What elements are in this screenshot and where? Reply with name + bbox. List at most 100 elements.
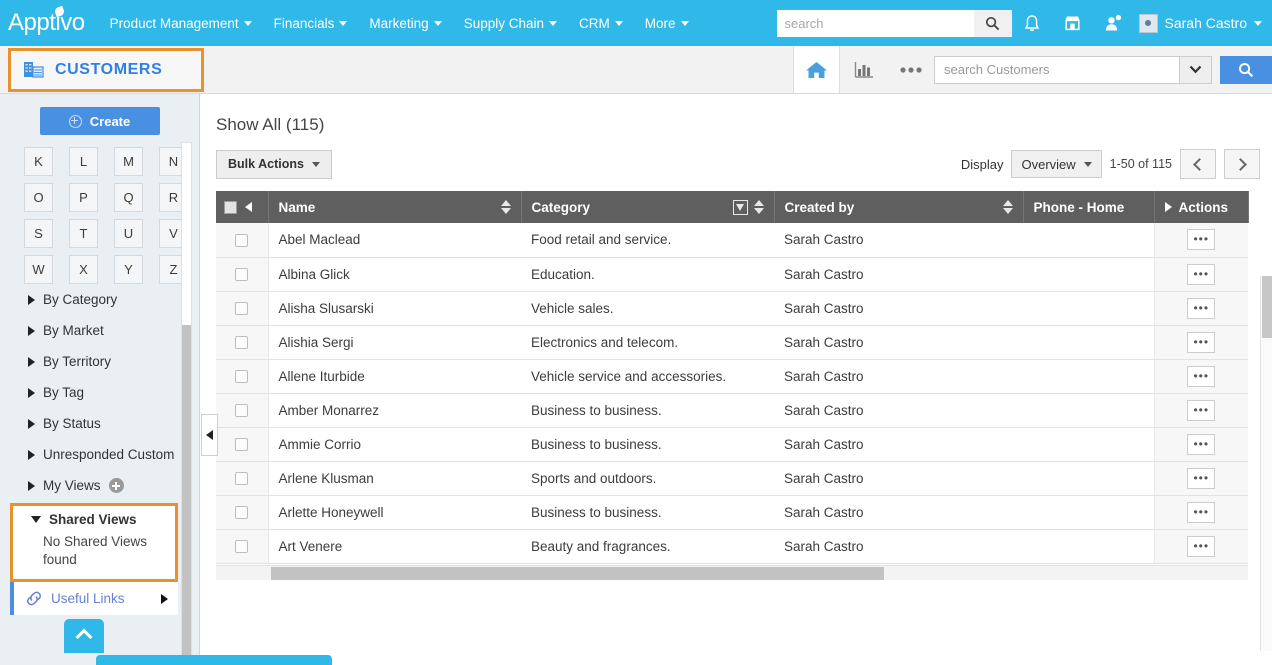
global-search-button[interactable] — [974, 10, 1012, 37]
cell-name[interactable]: Arlette Honeywell — [268, 495, 521, 529]
sidebar-item-by-status[interactable]: By Status — [0, 408, 192, 439]
row-actions-button[interactable]: ••• — [1187, 468, 1215, 489]
table-row[interactable]: Alisha SlusarskiVehicle sales.Sarah Cast… — [216, 291, 1248, 325]
module-search-button[interactable] — [1220, 56, 1272, 84]
chevron-right-icon[interactable] — [1165, 202, 1172, 212]
alpha-filter-s[interactable]: S — [24, 219, 53, 248]
cell-name[interactable]: Albina Glick — [268, 257, 521, 291]
alpha-filter-t[interactable]: T — [69, 219, 98, 248]
table-row[interactable]: Art VenereBeauty and fragrances.Sarah Ca… — [216, 529, 1248, 563]
alpha-filter-w[interactable]: W — [24, 255, 53, 284]
table-row[interactable]: Arlette HoneywellBusiness to business.Sa… — [216, 495, 1248, 529]
row-checkbox[interactable] — [235, 404, 248, 417]
alpha-filter-x[interactable]: X — [69, 255, 98, 284]
cell-name[interactable]: Abel Maclead — [268, 223, 521, 257]
nav-item-more[interactable]: More — [634, 10, 700, 37]
alpha-filter-o[interactable]: O — [24, 183, 53, 212]
create-button[interactable]: Create — [40, 107, 160, 135]
table-row[interactable]: Alishia SergiElectronics and telecom.Sar… — [216, 325, 1248, 359]
table-row[interactable]: Ammie CorrioBusiness to business.Sarah C… — [216, 427, 1248, 461]
column-name[interactable]: Name — [268, 191, 521, 223]
table-horizontal-scrollbar-thumb[interactable] — [271, 567, 884, 580]
alpha-filter-k[interactable]: K — [24, 147, 53, 176]
select-all-checkbox[interactable] — [224, 201, 237, 214]
table-row[interactable]: Abel MacleadFood retail and service.Sara… — [216, 223, 1248, 257]
alpha-filter-u[interactable]: U — [114, 219, 143, 248]
row-actions-button[interactable]: ••• — [1187, 229, 1215, 250]
home-button[interactable] — [793, 46, 840, 93]
cell-name[interactable]: Ammie Corrio — [268, 427, 521, 461]
sidebar-item-useful-links[interactable]: Useful Links — [10, 582, 178, 615]
next-page-button[interactable] — [1224, 149, 1260, 179]
nav-item-supply-chain[interactable]: Supply Chain — [453, 10, 568, 37]
row-actions-button[interactable]: ••• — [1187, 332, 1215, 353]
alpha-filter-q[interactable]: Q — [114, 183, 143, 212]
alpha-filter-l[interactable]: L — [69, 147, 98, 176]
global-search-input[interactable] — [777, 10, 974, 37]
table-horizontal-scrollbar[interactable] — [216, 565, 1248, 580]
user-menu[interactable]: Sarah Castro — [1139, 14, 1262, 33]
row-checkbox[interactable] — [235, 506, 248, 519]
alpha-filter-p[interactable]: P — [69, 183, 98, 212]
row-actions-button[interactable]: ••• — [1187, 298, 1215, 319]
more-options-button[interactable] — [887, 46, 934, 93]
bottom-status-bar[interactable] — [96, 655, 332, 665]
sidebar-collapse-button[interactable] — [201, 414, 218, 456]
sidebar-scrollbar[interactable] — [181, 142, 192, 665]
row-actions-button[interactable]: ••• — [1187, 536, 1215, 557]
sidebar-scrollbar-thumb[interactable] — [182, 325, 191, 665]
display-mode-dropdown[interactable]: Overview — [1011, 150, 1101, 178]
nav-item-marketing[interactable]: Marketing — [358, 10, 452, 37]
cell-name[interactable]: Arlene Klusman — [268, 461, 521, 495]
nav-item-financials[interactable]: Financials — [263, 10, 359, 37]
add-user-button[interactable] — [1104, 14, 1122, 33]
row-checkbox[interactable] — [235, 268, 248, 281]
column-phone-home[interactable]: Phone - Home — [1023, 191, 1154, 223]
row-checkbox[interactable] — [235, 370, 248, 383]
alpha-filter-y[interactable]: Y — [114, 255, 143, 284]
row-checkbox[interactable] — [235, 438, 248, 451]
column-created-by[interactable]: Created by — [774, 191, 1023, 223]
row-checkbox[interactable] — [235, 472, 248, 485]
sort-icon[interactable] — [501, 200, 511, 214]
module-search-input[interactable] — [934, 56, 1179, 84]
table-row[interactable]: Albina GlickEducation.Sarah Castro••• — [216, 257, 1248, 291]
sidebar-item-by-territory[interactable]: By Territory — [0, 346, 192, 377]
sidebar-item-by-market[interactable]: By Market — [0, 315, 192, 346]
sidebar-item-by-category[interactable]: By Category — [0, 284, 192, 315]
row-actions-button[interactable]: ••• — [1187, 400, 1215, 421]
sidebar-item-my-views[interactable]: My Views — [0, 470, 192, 501]
cell-name[interactable]: Allene Iturbide — [268, 359, 521, 393]
row-actions-button[interactable]: ••• — [1187, 366, 1215, 387]
row-checkbox[interactable] — [235, 540, 248, 553]
table-row[interactable]: Amber MonarrezBusiness to business.Sarah… — [216, 393, 1248, 427]
nav-item-product-management[interactable]: Product Management — [99, 10, 263, 37]
cell-name[interactable]: Art Venere — [268, 529, 521, 563]
apptivo-logo[interactable]: Apptivo — [8, 9, 85, 37]
nav-item-crm[interactable]: CRM — [568, 10, 634, 37]
row-actions-button[interactable]: ••• — [1187, 502, 1215, 523]
main-vertical-scrollbar[interactable] — [1260, 276, 1272, 651]
row-checkbox[interactable] — [235, 234, 248, 247]
row-actions-button[interactable]: ••• — [1187, 264, 1215, 285]
sort-icon[interactable] — [1003, 200, 1013, 214]
reports-button[interactable] — [840, 46, 887, 93]
table-row[interactable]: Allene IturbideVehicle service and acces… — [216, 359, 1248, 393]
scroll-to-top-button[interactable] — [64, 619, 104, 653]
previous-page-button[interactable] — [1180, 149, 1216, 179]
module-search-dropdown[interactable] — [1179, 56, 1212, 84]
sort-icon[interactable] — [754, 200, 764, 214]
table-row[interactable]: Arlene KlusmanSports and outdoors.Sarah … — [216, 461, 1248, 495]
cell-name[interactable]: Alishia Sergi — [268, 325, 521, 359]
row-checkbox[interactable] — [235, 336, 248, 349]
alpha-filter-m[interactable]: M — [114, 147, 143, 176]
sidebar-item-by-tag[interactable]: By Tag — [0, 377, 192, 408]
add-view-icon[interactable] — [109, 478, 124, 493]
column-category[interactable]: Category — [521, 191, 774, 223]
cell-name[interactable]: Alisha Slusarski — [268, 291, 521, 325]
row-checkbox[interactable] — [235, 302, 248, 315]
sidebar-item-unresponded-customers[interactable]: Unresponded Custom — [0, 439, 192, 470]
chevron-left-icon[interactable] — [245, 202, 252, 212]
main-vertical-scrollbar-thumb[interactable] — [1262, 276, 1272, 338]
bulk-actions-dropdown[interactable]: Bulk Actions — [216, 150, 332, 179]
